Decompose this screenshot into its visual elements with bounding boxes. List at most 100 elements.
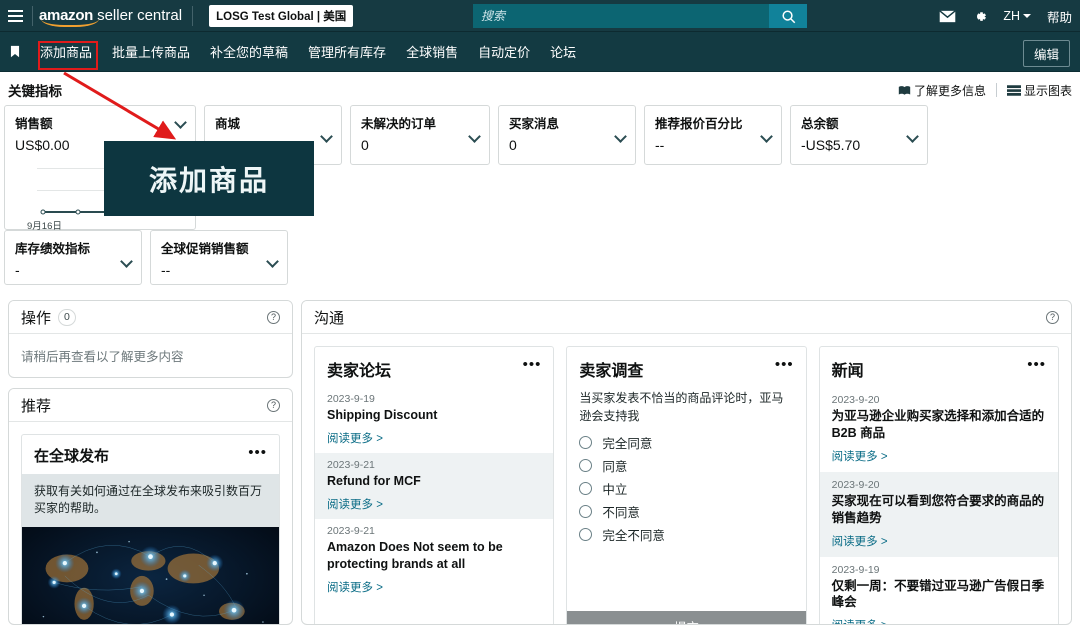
forum-post-item[interactable]: 2023-9-21 Amazon Does Not seem to be pro…: [315, 519, 553, 602]
communication-panel-header: 沟通 ?: [302, 301, 1071, 334]
settings-button[interactable]: [972, 9, 987, 24]
metric-cards-row-2: 库存绩效指标 - 全球促销销售额 --: [4, 230, 288, 285]
bookmark-glyph-icon: [10, 45, 20, 58]
seller-survey-card: 卖家调查 ••• 当买家发表不恰当的商品评论时，亚马逊会支持我 完全同意 同意: [566, 346, 807, 624]
world-map-svg: [22, 526, 279, 624]
chart-point: [40, 209, 46, 215]
forum-post-date: 2023-9-19: [327, 393, 375, 405]
metric-label-sales: 销售额: [15, 117, 53, 131]
header-divider: [32, 5, 33, 26]
nav-item-add-product[interactable]: 添加商品: [30, 37, 102, 66]
news-item-date: 2023-9-20: [831, 394, 880, 406]
nav-item-complete-drafts[interactable]: 补全您的草稿: [200, 37, 298, 66]
more-icon-survey[interactable]: •••: [775, 357, 794, 372]
world-map-network-image: [22, 526, 279, 624]
amazon-seller-central-logo[interactable]: amazon seller central: [39, 7, 182, 27]
nav-item-forum[interactable]: 论坛: [540, 37, 586, 66]
actions-panel: 操作 0 ? 请稍后再查看以了解更多内容: [8, 300, 293, 378]
forum-read-more-link[interactable]: 阅读更多 >: [327, 430, 383, 446]
recommendation-card-description: 获取有关如何通过在全球发布来吸引数百万买家的帮助。: [22, 474, 279, 527]
question-icon-actions[interactable]: ?: [267, 310, 280, 324]
key-metrics-title: 关键指标: [8, 84, 62, 99]
news-read-more-link[interactable]: 阅读更多 >: [832, 448, 888, 464]
survey-option-label: 不同意: [602, 506, 640, 520]
radio-icon[interactable]: [579, 528, 593, 541]
actions-panel-header: 操作 0 ?: [9, 301, 292, 334]
nav-links: 添加商品 批量上传商品 补全您的草稿 管理所有库存 全球销售 自动定价 论坛: [30, 37, 586, 66]
survey-option-strongly-agree[interactable]: 完全同意: [567, 431, 805, 454]
search-input[interactable]: [473, 4, 769, 28]
news-item-date: 2023-9-19: [831, 563, 880, 576]
question-icon-communication[interactable]: ?: [1046, 310, 1059, 324]
metric-card-total-balance[interactable]: 总余额 -US$5.70: [790, 105, 928, 165]
book-icon: [898, 85, 911, 95]
actions-count-badge: 0: [58, 308, 76, 326]
nav-item-global-selling[interactable]: 全球销售: [396, 37, 468, 66]
top-header: amazon seller central LOSG Test Global |…: [0, 0, 1080, 32]
forum-post-item[interactable]: 2023-9-19 Shipping Discount 阅读更多 >: [315, 387, 553, 453]
bookmark-icon[interactable]: [0, 45, 30, 58]
search-icon: [781, 9, 795, 23]
metric-label-featured-offer: 推荐报价百分比: [655, 117, 743, 131]
news-read-more-link[interactable]: 阅读更多 >: [832, 533, 888, 549]
news-read-more-link[interactable]: 阅读更多 >: [832, 617, 888, 624]
radio-icon[interactable]: [579, 459, 593, 472]
question-icon-recommendations[interactable]: ?: [267, 398, 280, 412]
chevron-down-icon-marketplace[interactable]: [320, 130, 333, 143]
search-button[interactable]: [769, 4, 807, 28]
show-chart-toggle[interactable]: 显示图表: [1006, 82, 1072, 99]
news-item[interactable]: 2023-9-20 买家现在可以看到您符合要求的商品的销售趋势 阅读更多 >: [819, 471, 1058, 557]
survey-option-label: 完全同意: [602, 437, 653, 451]
radio-icon[interactable]: [579, 436, 593, 449]
radio-icon[interactable]: [579, 505, 593, 518]
communication-panel-title: 沟通: [314, 309, 345, 327]
more-icon-recommendation[interactable]: •••: [248, 445, 267, 460]
forum-read-more-link[interactable]: 阅读更多 >: [327, 496, 383, 512]
nav-item-bulk-upload[interactable]: 批量上传商品: [102, 37, 200, 66]
seller-survey-title: 卖家调查: [579, 363, 644, 380]
language-selector[interactable]: ZH: [1003, 9, 1031, 23]
metric-label-total-balance: 总余额: [801, 117, 839, 131]
metric-card-inventory-performance[interactable]: 库存绩效指标 -: [4, 230, 142, 285]
survey-option-disagree[interactable]: 不同意: [567, 500, 805, 523]
metric-card-featured-offer-percentage[interactable]: 推荐报价百分比 --: [644, 105, 782, 165]
header-right-actions: ZH 帮助: [939, 0, 1072, 32]
news-item-title: 买家现在可以看到您符合要求的商品的销售趋势: [831, 493, 1045, 525]
recommendation-card-title: 在全球发布: [34, 448, 110, 465]
metric-card-unresolved-orders[interactable]: 未解决的订单 0: [350, 105, 490, 165]
learn-more-link[interactable]: 了解更多信息: [898, 82, 986, 99]
forum-post-item[interactable]: 2023-9-21 Refund for MCF 阅读更多 >: [315, 452, 554, 519]
news-item[interactable]: 2023-9-20 为亚马逊企业购买家选择和添加合适的 B2B 商品 阅读更多 …: [820, 387, 1058, 472]
survey-option-label: 中立: [602, 483, 628, 497]
left-column: 操作 0 ? 请稍后再查看以了解更多内容 推荐 ? 在全球发布 ••• 获取有关…: [8, 300, 293, 625]
radio-icon[interactable]: [579, 482, 593, 495]
recommendations-panel-header: 推荐 ?: [9, 389, 292, 422]
survey-option-strongly-disagree[interactable]: 完全不同意: [567, 523, 805, 546]
nav-item-automatic-pricing[interactable]: 自动定价: [468, 37, 540, 66]
annotation-tooltip-text: 添加商品: [148, 163, 269, 197]
envelope-icon: [939, 9, 957, 22]
metric-label-global-promo-sales: 全球促销销售额: [161, 242, 249, 256]
survey-option-label: 完全不同意: [602, 529, 665, 543]
forum-read-more-link[interactable]: 阅读更多 >: [327, 579, 383, 595]
hamburger-icon[interactable]: [0, 0, 30, 32]
help-link[interactable]: 帮助: [1047, 7, 1072, 26]
news-title: 新闻: [831, 363, 864, 380]
recommendation-card[interactable]: 在全球发布 ••• 获取有关如何通过在全球发布来吸引数百万买家的帮助。: [21, 434, 280, 624]
metric-label-unresolved-orders: 未解决的订单: [361, 117, 437, 131]
survey-submit-button[interactable]: 提交: [567, 611, 806, 624]
metric-card-buyer-messages[interactable]: 买家消息 0: [498, 105, 636, 165]
nav-item-manage-inventory[interactable]: 管理所有库存: [298, 37, 396, 66]
more-icon-news[interactable]: •••: [1027, 357, 1046, 372]
metric-card-global-promo-sales[interactable]: 全球促销销售额 --: [150, 230, 288, 285]
survey-option-agree[interactable]: 同意: [567, 454, 805, 477]
more-icon-forum[interactable]: •••: [523, 357, 542, 372]
show-chart-label: 显示图表: [1023, 83, 1072, 98]
survey-option-neutral[interactable]: 中立: [567, 477, 805, 500]
news-item[interactable]: 2023-9-19 仅剩一周：不要错过亚马逊广告假日季峰会 阅读更多 >: [820, 557, 1058, 625]
recommendations-panel-title: 推荐: [21, 397, 52, 415]
messages-button[interactable]: [939, 9, 957, 23]
edit-nav-button[interactable]: 编辑: [1022, 40, 1070, 67]
search-bar[interactable]: [473, 4, 807, 28]
store-selector[interactable]: LOSG Test Global | 美国: [209, 4, 354, 27]
